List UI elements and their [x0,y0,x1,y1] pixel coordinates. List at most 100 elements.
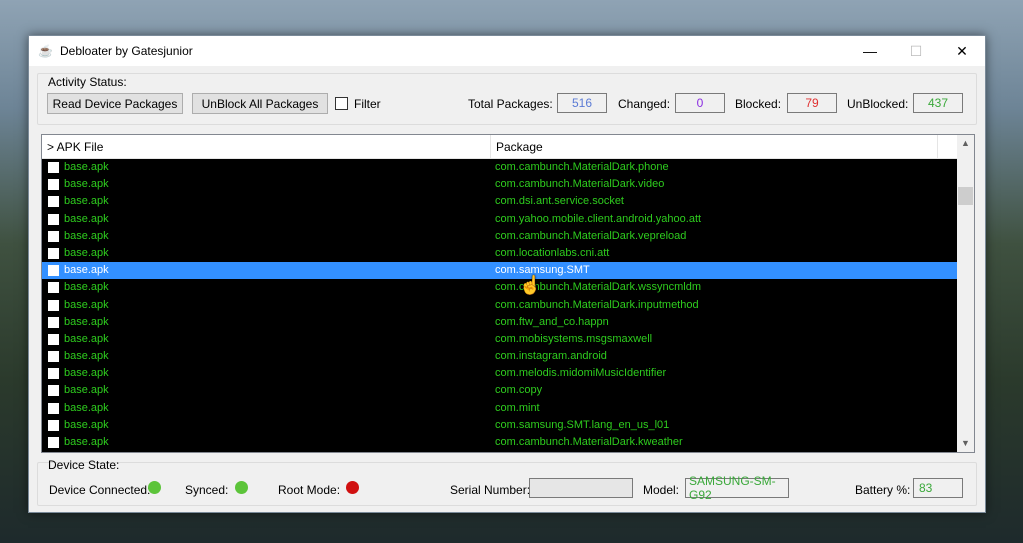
table-row[interactable]: base.apk com.locationlabs.cni.att [42,245,957,262]
apk-file-cell: base.apk [64,367,109,380]
table-row[interactable]: base.apk com.ftw_and_co.happn [42,314,957,331]
close-button[interactable]: ✕ [939,36,985,66]
row-checkbox[interactable] [48,419,59,431]
package-cell: com.instagram.android [495,350,607,363]
window-title: Debloater by Gatesjunior [60,44,193,58]
table-row[interactable]: base.apk com.mobisystems.msgsmaxwell [42,331,957,348]
app-window: ☕ Debloater by Gatesjunior — ☐ ✕ Activit… [28,35,986,513]
unblocked-value: 437 [913,93,963,113]
row-checkbox[interactable] [48,196,59,208]
table-row[interactable]: base.apk com.samsung.SMT [42,262,957,280]
row-checkbox[interactable] [48,265,59,277]
package-cell: com.ftw_and_co.happn [495,315,609,328]
filter-label: Filter [354,97,381,111]
read-device-packages-button[interactable]: Read Device Packages [47,93,183,114]
apk-file-cell: base.apk [64,264,109,277]
activity-status-label: Activity Status: [48,75,127,89]
row-checkbox[interactable] [48,179,59,191]
table-row[interactable]: base.apk com.samsung.SMT.lang_en_us_l01 [42,417,957,434]
list-header: > APK File Package [42,135,957,159]
row-checkbox[interactable] [48,437,59,448]
list-rows: base.apk com.cambunch.MaterialDark.phone… [42,159,957,451]
apk-file-cell: base.apk [64,332,109,345]
package-cell: com.melodis.midomiMusicIdentifier [495,367,667,380]
vertical-scrollbar[interactable]: ▲ ▼ [957,135,974,452]
title-bar[interactable]: ☕ Debloater by Gatesjunior — ☐ ✕ [29,36,985,66]
row-checkbox[interactable] [48,351,59,363]
apk-file-cell: base.apk [64,161,109,173]
package-cell: com.cambunch.MaterialDark.inputmethod [495,298,699,311]
apk-file-cell: base.apk [64,195,109,208]
table-row[interactable]: base.apk com.cambunch.MaterialDark.kweat… [42,434,957,451]
row-checkbox[interactable] [48,299,59,311]
minimize-button[interactable]: — [847,36,893,66]
table-row[interactable]: base.apk com.copy [42,382,957,399]
table-row[interactable]: base.apk com.cambunch.MaterialDark.input… [42,297,957,314]
serial-number-field[interactable] [529,478,633,498]
apk-file-cell: base.apk [64,315,109,328]
unblocked-label: UnBlocked: [847,97,909,111]
row-checkbox[interactable] [48,385,59,397]
device-connected-label: Device Connected: [49,483,151,497]
column-header-package[interactable]: Package [491,135,938,159]
table-row[interactable]: base.apk com.cambunch.MaterialDark.video [42,176,957,193]
scrollbar-thumb[interactable] [958,187,973,205]
root-mode-label: Root Mode: [278,483,341,497]
table-row[interactable]: base.apk com.dsi.ant.service.socket [42,193,957,210]
hand-cursor-icon: ☝ [519,275,542,295]
row-checkbox[interactable] [48,247,59,259]
apk-file-cell: base.apk [64,178,109,191]
apk-file-cell: base.apk [64,384,109,397]
changed-label: Changed: [618,97,671,111]
table-row[interactable]: base.apk com.instagram.android [42,348,957,365]
model-label: Model: [643,483,680,497]
package-cell: com.locationlabs.cni.att [495,246,610,259]
serial-number-label: Serial Number: [450,483,531,497]
apk-file-cell: base.apk [64,298,109,311]
package-list[interactable]: > APK File Package base.apk com.cambunch… [41,134,975,453]
filter-checkbox[interactable] [335,97,348,110]
apk-file-cell: base.apk [64,246,109,259]
row-checkbox[interactable] [48,213,59,225]
row-checkbox[interactable] [48,333,59,345]
row-checkbox[interactable] [48,402,59,414]
total-packages-label: Total Packages: [468,97,553,111]
synced-label: Synced: [185,483,229,497]
package-cell: com.cambunch.MaterialDark.vepreload [495,229,687,242]
row-checkbox[interactable] [48,230,59,242]
column-header-apk-file[interactable]: > APK File [42,135,491,159]
synced-indicator [235,481,248,494]
table-row[interactable]: base.apk com.yahoo.mobile.client.android… [42,211,957,228]
package-cell: com.yahoo.mobile.client.android.yahoo.at… [495,212,702,225]
blocked-value: 79 [787,93,837,113]
maximize-button[interactable]: ☐ [893,36,939,66]
table-row[interactable]: base.apk com.cambunch.MaterialDark.wssyn… [42,279,957,296]
apk-file-cell: base.apk [64,350,109,363]
table-row[interactable]: base.apk com.melodis.midomiMusicIdentifi… [42,365,957,382]
package-cell: com.cambunch.MaterialDark.kweather [495,436,683,448]
package-cell: com.samsung.SMT [495,264,590,277]
scroll-down-icon[interactable]: ▼ [957,435,974,452]
battery-label: Battery %: [855,483,911,497]
package-cell: com.cambunch.MaterialDark.video [495,178,665,191]
total-packages-value: 516 [557,93,607,113]
row-checkbox[interactable] [48,316,59,328]
package-cell: com.mint [495,401,540,414]
row-checkbox[interactable] [48,282,59,294]
unblock-all-packages-button[interactable]: UnBlock All Packages [192,93,328,114]
model-field[interactable]: SAMSUNG-SM-G92 [685,474,789,502]
table-row[interactable]: base.apk com.cambunch.MaterialDark.vepre… [42,228,957,245]
apk-file-cell: base.apk [64,212,109,225]
package-cell: com.samsung.SMT.lang_en_us_l01 [495,418,670,431]
device-state-label: Device State: [48,458,120,472]
scroll-up-icon[interactable]: ▲ [957,135,974,152]
row-checkbox[interactable] [48,368,59,380]
apk-file-cell: base.apk [64,401,109,414]
package-cell: com.dsi.ant.service.socket [495,195,624,208]
row-checkbox[interactable] [48,162,59,173]
table-row[interactable]: base.apk com.mint [42,400,957,417]
apk-file-cell: base.apk [64,229,109,242]
package-cell: com.mobisystems.msgsmaxwell [495,332,653,345]
table-row[interactable]: base.apk com.cambunch.MaterialDark.phone [42,159,957,176]
root-mode-indicator [346,481,359,494]
